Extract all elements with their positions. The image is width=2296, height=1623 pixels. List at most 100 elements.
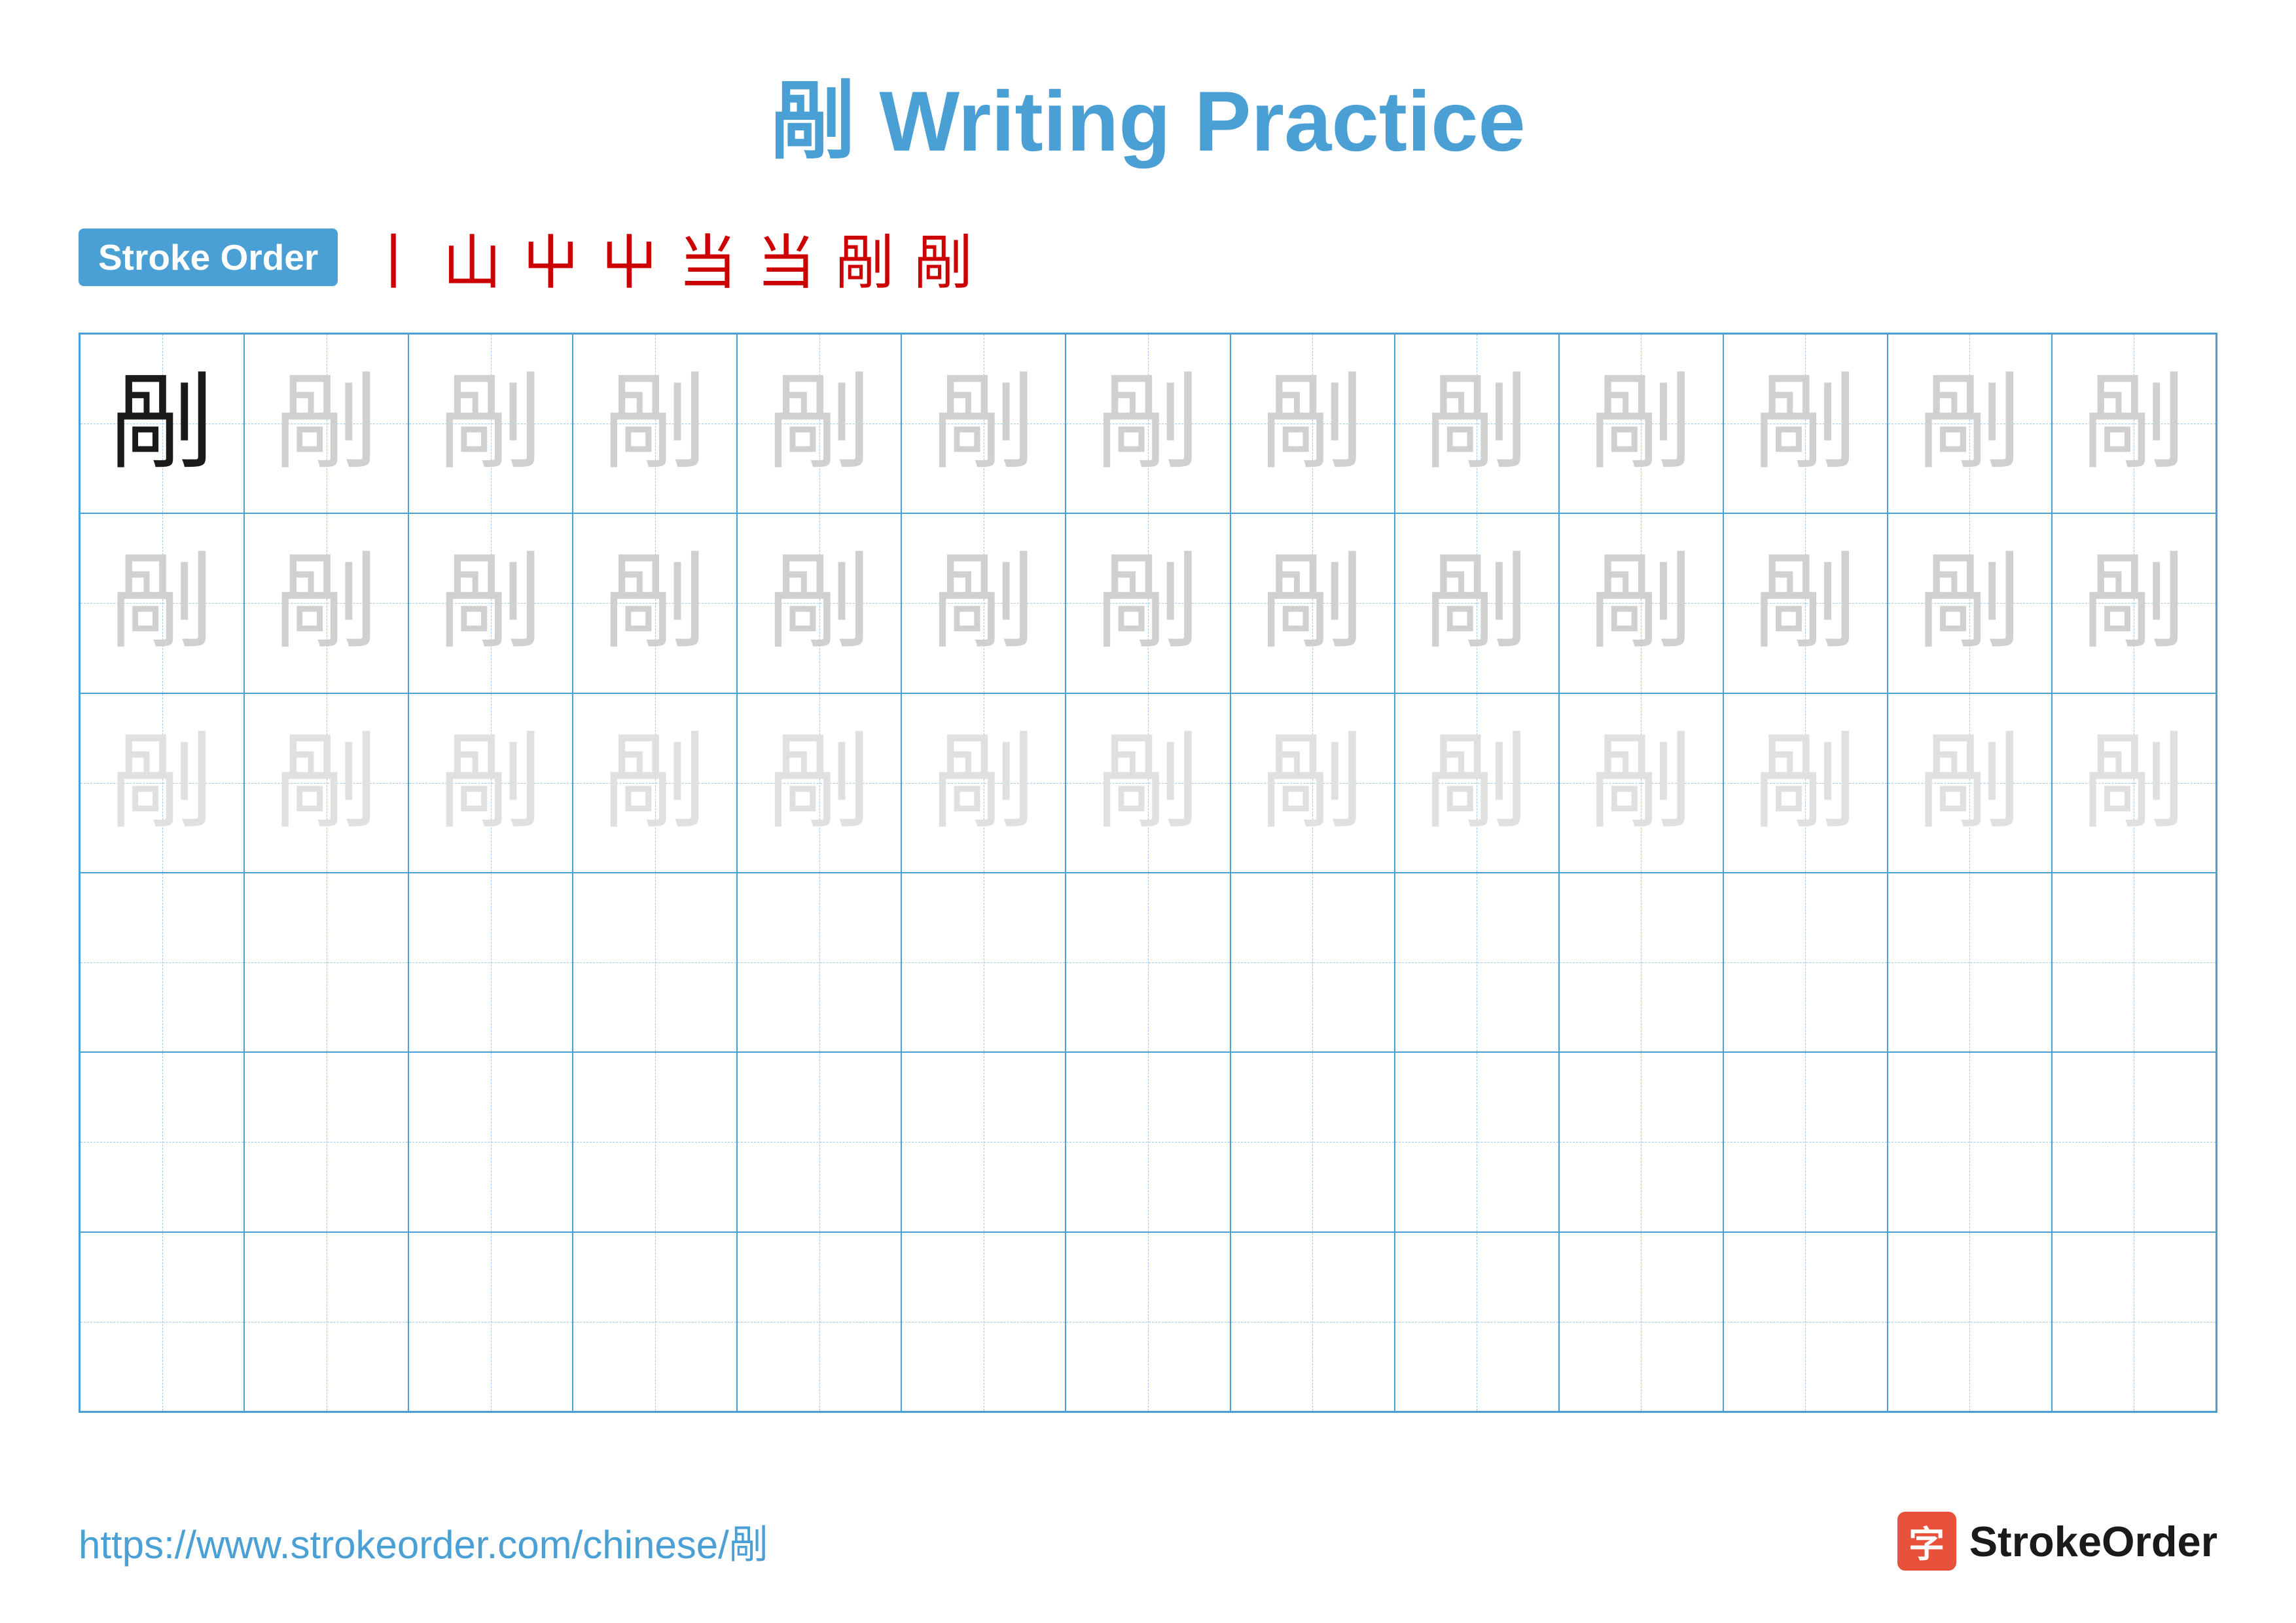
grid-cell[interactable]: 剮 — [737, 513, 901, 693]
page-title: 剮 Writing Practice — [79, 52, 2217, 175]
grid-cell[interactable]: 剮 — [1230, 513, 1395, 693]
grid-cell[interactable] — [1723, 1052, 1888, 1231]
footer: https://www.strokeorder.com/chinese/剮 字 … — [79, 1512, 2217, 1571]
grid-cell[interactable] — [2052, 873, 2216, 1052]
practice-character: 剮 — [1753, 731, 1857, 835]
grid-cell[interactable] — [1230, 1232, 1395, 1412]
grid-cell[interactable]: 剮 — [1559, 513, 1723, 693]
practice-character: 剮 — [110, 551, 215, 655]
grid-cell[interactable]: 剮 — [901, 693, 1066, 873]
grid-cell[interactable]: 剮 — [1888, 334, 2052, 513]
grid-cell[interactable] — [1888, 1052, 2052, 1231]
grid-cell[interactable] — [408, 1052, 573, 1231]
grid-cell[interactable] — [2052, 1232, 2216, 1412]
grid-cell[interactable] — [1395, 1052, 1559, 1231]
grid-cell[interactable] — [1066, 1232, 1230, 1412]
footer-logo: 字 StrokeOrder — [1897, 1512, 2217, 1571]
grid-cell[interactable]: 剮 — [1395, 513, 1559, 693]
grid-cell[interactable]: 剮 — [573, 334, 737, 513]
practice-character: 剮 — [1917, 551, 2022, 655]
grid-cell[interactable]: 剮 — [244, 334, 408, 513]
grid-cell[interactable]: 剮 — [408, 693, 573, 873]
grid-cell[interactable] — [1559, 1052, 1723, 1231]
grid-cell[interactable] — [244, 1052, 408, 1231]
grid-cell[interactable]: 剮 — [737, 334, 901, 513]
practice-character: 剮 — [1917, 731, 2022, 835]
grid-cell[interactable] — [408, 873, 573, 1052]
grid-cell[interactable]: 剮 — [1066, 334, 1230, 513]
grid-cell[interactable] — [901, 873, 1066, 1052]
practice-character: 剮 — [1260, 371, 1365, 476]
grid-cell[interactable]: 剮 — [1888, 513, 2052, 693]
grid-cell[interactable] — [1723, 1232, 1888, 1412]
grid-cell[interactable]: 剮 — [901, 334, 1066, 513]
grid-cell[interactable]: 剮 — [1723, 693, 1888, 873]
grid-cell[interactable]: 剮 — [1559, 693, 1723, 873]
grid-cell[interactable]: 剮 — [901, 513, 1066, 693]
grid-cell[interactable] — [1888, 873, 2052, 1052]
practice-character: 剮 — [274, 551, 379, 655]
grid-cell[interactable] — [244, 873, 408, 1052]
grid-cell[interactable] — [1395, 873, 1559, 1052]
practice-character: 剮 — [110, 371, 215, 476]
grid-cell[interactable]: 剮 — [1395, 334, 1559, 513]
grid-cell[interactable]: 剮 — [80, 334, 244, 513]
grid-cell[interactable]: 剮 — [1559, 334, 1723, 513]
grid-cell[interactable]: 剮 — [244, 513, 408, 693]
grid-cell[interactable] — [737, 1052, 901, 1231]
grid-cell[interactable]: 剮 — [573, 513, 737, 693]
grid-cell[interactable] — [1066, 1052, 1230, 1231]
grid-cell[interactable]: 剮 — [2052, 693, 2216, 873]
grid-cell[interactable] — [1559, 873, 1723, 1052]
grid-cell[interactable] — [1230, 1052, 1395, 1231]
footer-url[interactable]: https://www.strokeorder.com/chinese/剮 — [79, 1513, 768, 1570]
grid-cell[interactable] — [737, 1232, 901, 1412]
grid-cell[interactable]: 剮 — [1888, 693, 2052, 873]
grid-cell[interactable] — [1230, 873, 1395, 1052]
grid-cell[interactable] — [80, 873, 244, 1052]
grid-cell[interactable]: 剮 — [1230, 334, 1395, 513]
practice-character: 剮 — [1424, 371, 1529, 476]
practice-character: 剮 — [1917, 371, 2022, 476]
grid-cell[interactable] — [573, 1232, 737, 1412]
grid-cell[interactable]: 剮 — [80, 693, 244, 873]
practice-character: 剮 — [1260, 551, 1365, 655]
grid-cell[interactable] — [901, 1052, 1066, 1231]
practice-character: 剮 — [1588, 731, 1693, 835]
grid-cell[interactable]: 剮 — [1066, 513, 1230, 693]
practice-character: 剮 — [931, 731, 1036, 835]
grid-cell[interactable]: 剮 — [408, 513, 573, 693]
grid-cell[interactable]: 剮 — [1723, 334, 1888, 513]
grid-cell[interactable] — [573, 1052, 737, 1231]
grid-cell[interactable] — [408, 1232, 573, 1412]
grid-cell[interactable] — [1395, 1232, 1559, 1412]
practice-character: 剮 — [1588, 551, 1693, 655]
grid-cell[interactable] — [1888, 1232, 2052, 1412]
grid-cell[interactable] — [1723, 873, 1888, 1052]
grid-cell[interactable]: 剮 — [1230, 693, 1395, 873]
practice-character: 剮 — [931, 551, 1036, 655]
grid-cell[interactable] — [737, 873, 901, 1052]
grid-cell[interactable] — [1066, 873, 1230, 1052]
grid-cell[interactable]: 剮 — [80, 513, 244, 693]
grid-cell[interactable]: 剮 — [408, 334, 573, 513]
grid-cell[interactable]: 剮 — [2052, 334, 2216, 513]
practice-character: 剮 — [767, 731, 872, 835]
grid-cell[interactable]: 剮 — [1066, 693, 1230, 873]
practice-character: 剮 — [274, 371, 379, 476]
grid-cell[interactable] — [2052, 1052, 2216, 1231]
grid-cell[interactable] — [80, 1232, 244, 1412]
grid-cell[interactable]: 剮 — [737, 693, 901, 873]
grid-cell[interactable] — [901, 1232, 1066, 1412]
grid-cell[interactable]: 剮 — [1395, 693, 1559, 873]
grid-cell[interactable]: 剮 — [1723, 513, 1888, 693]
grid-cell[interactable]: 剮 — [244, 693, 408, 873]
grid-cell[interactable]: 剮 — [573, 693, 737, 873]
grid-cell[interactable] — [244, 1232, 408, 1412]
grid-cell[interactable]: 剮 — [2052, 513, 2216, 693]
grid-cell[interactable] — [573, 873, 737, 1052]
grid-cell[interactable] — [80, 1052, 244, 1231]
stroke-3: 屮 — [521, 215, 580, 300]
title-suffix: Writing Practice — [855, 73, 1525, 169]
grid-cell[interactable] — [1559, 1232, 1723, 1412]
